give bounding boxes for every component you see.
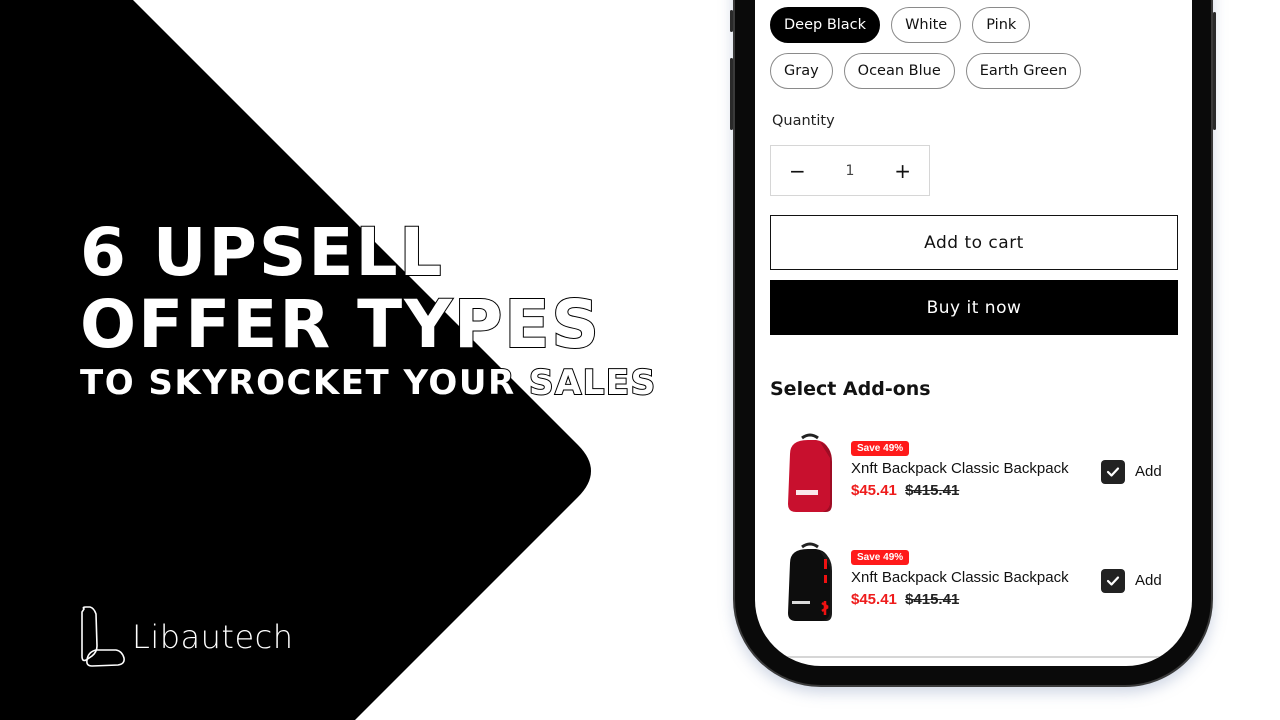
buy-now-button[interactable]: Buy it now — [770, 280, 1178, 335]
sale-price: $45.41 — [851, 482, 897, 499]
libautech-logo-icon — [81, 606, 125, 667]
addon-price: $45.41 $415.41 — [851, 482, 959, 499]
addon-title[interactable]: Xnft Backpack Classic Backpack — [851, 569, 1069, 586]
color-option-white[interactable]: White — [891, 7, 962, 43]
screen-divider — [755, 656, 1192, 658]
discount-badge: Save 49% — [851, 441, 910, 456]
black-backpack-image — [788, 542, 832, 621]
quantity-label: Quantity — [772, 113, 835, 129]
phone-side-button — [730, 10, 733, 32]
addon-item: Save 49% Xnft Backpack Classic Backpack … — [780, 541, 1180, 631]
color-option-gray[interactable]: Gray — [770, 53, 833, 89]
phone-screen: Deep Black White Pink Gray Ocean Blue Ea… — [755, 0, 1192, 666]
red-backpack-image — [788, 433, 832, 512]
original-price: $415.41 — [905, 591, 960, 608]
addons-title: Select Add-ons — [770, 378, 931, 400]
phone-power-button — [1213, 12, 1216, 130]
decrement-button[interactable]: − — [789, 159, 806, 183]
headline-line-1: 6 UPSELL — [79, 214, 444, 291]
addon-title[interactable]: Xnft Backpack Classic Backpack — [851, 460, 1069, 477]
discount-badge: Save 49% — [851, 550, 910, 565]
addon-checkbox[interactable] — [1101, 569, 1125, 593]
checkmark-icon — [1106, 467, 1120, 477]
add-label[interactable]: Add — [1135, 572, 1162, 589]
brand-logo: Libautech — [78, 606, 294, 668]
increment-button[interactable]: + — [894, 159, 911, 183]
brand-name: Libautech — [132, 618, 294, 656]
quantity-input[interactable]: 1 — [846, 163, 855, 179]
phone-volume-button — [730, 58, 733, 130]
headline: 6 UPSELL OFFER TYPES TO SKYROCKET YOUR S… — [79, 214, 657, 403]
headline-line-2: OFFER TYPES — [79, 286, 601, 363]
add-to-cart-button[interactable]: Add to cart — [770, 215, 1178, 270]
color-option-deep-black[interactable]: Deep Black — [770, 7, 881, 43]
color-option-pink[interactable]: Pink — [972, 7, 1031, 43]
color-option-earth-green[interactable]: Earth Green — [965, 53, 1082, 89]
quantity-stepper: − 1 + — [770, 145, 930, 196]
addon-item: Save 49% Xnft Backpack Classic Backpack … — [780, 432, 1180, 522]
addon-price: $45.41 $415.41 — [851, 591, 959, 608]
addon-checkbox[interactable] — [1101, 460, 1125, 484]
sale-price: $45.41 — [851, 591, 897, 608]
original-price: $415.41 — [905, 482, 960, 499]
checkmark-icon — [1106, 576, 1120, 586]
headline-line-3: TO SKYROCKET YOUR SALES — [79, 363, 657, 403]
add-label[interactable]: Add — [1135, 463, 1162, 480]
color-options: Deep Black White Pink Gray Ocean Blue Ea… — [770, 7, 1190, 99]
color-option-ocean-blue[interactable]: Ocean Blue — [843, 53, 955, 89]
